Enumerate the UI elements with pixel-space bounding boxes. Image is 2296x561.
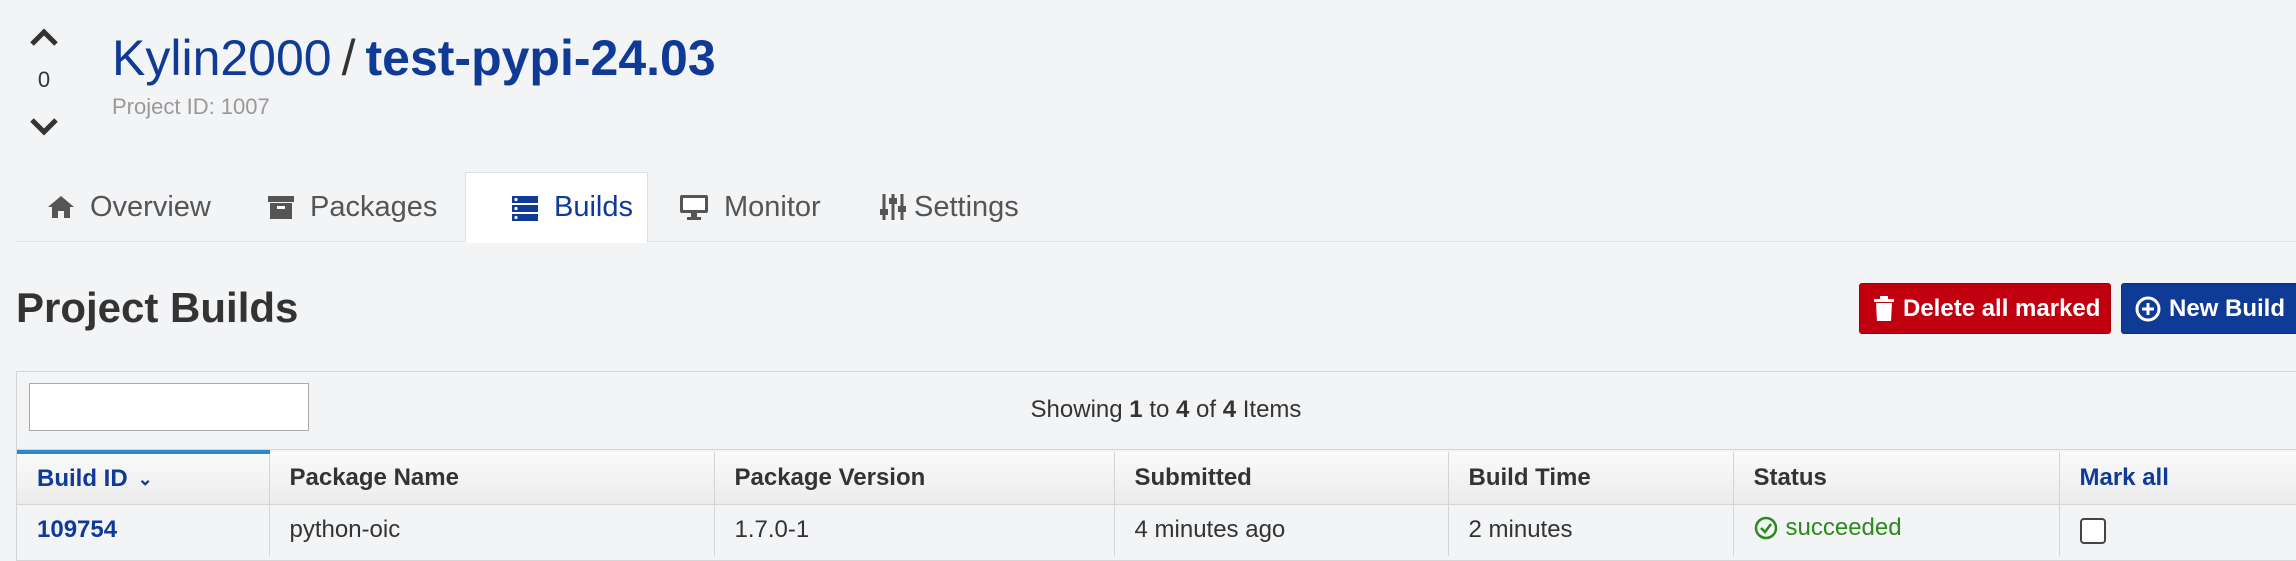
tab-builds-label: Builds [554, 191, 633, 223]
showing-suffix: Items [1242, 396, 1302, 423]
downvote-button[interactable] [22, 110, 66, 146]
chevron-up-icon [30, 28, 58, 46]
tab-packages[interactable]: Packages [266, 172, 437, 242]
project-id: Project ID: 1007 [112, 94, 270, 119]
cell-package-name: python-oic [269, 504, 715, 556]
showing-total: 4 [1222, 396, 1237, 423]
col-build-id[interactable]: Build ID ⌄ [17, 450, 270, 505]
section-title: Project Builds [16, 284, 299, 331]
col-build-id-label: Build ID [37, 464, 128, 492]
upvote-button[interactable] [22, 18, 66, 54]
trash-icon [1874, 295, 1894, 321]
tab-settings[interactable]: Settings [878, 172, 1019, 242]
delete-all-marked-button[interactable]: Delete all marked [1859, 283, 2111, 334]
builds-grid: Build ID ⌄ Package Name Package Version S… [17, 450, 2296, 556]
mark-all-link[interactable]: Mark all [2059, 452, 2296, 505]
showing-from: 1 [1129, 396, 1143, 423]
new-build-button[interactable]: New Build [2121, 283, 2296, 334]
showing-count: Showing 1 to 4 of 4 Items [17, 396, 2296, 424]
check-circle-icon [1754, 516, 1777, 539]
tab-settings-label: Settings [914, 190, 1019, 223]
showing-to: 4 [1176, 396, 1190, 423]
vote-widget: 0 [22, 18, 66, 146]
home-icon [48, 196, 74, 218]
tab-packages-label: Packages [310, 190, 438, 223]
col-package-version[interactable]: Package Version [714, 452, 1115, 505]
mark-checkbox[interactable] [2079, 517, 2106, 544]
cell-mark [2059, 504, 2296, 556]
page-title: Kylin2000/test-pypi-24.03 [112, 26, 716, 90]
archive-icon [268, 196, 294, 219]
project-link[interactable]: test-pypi-24.03 [366, 30, 716, 86]
showing-prefix: Showing [1030, 396, 1123, 423]
chevron-down-icon [30, 118, 58, 136]
cell-status: succeeded [1733, 504, 2060, 556]
col-status[interactable]: Status [1733, 452, 2060, 505]
showing-of-word: of [1196, 396, 1217, 423]
col-submitted[interactable]: Submitted [1114, 452, 1449, 505]
vote-count: 0 [37, 67, 51, 92]
delete-all-marked-label: Delete all marked [1903, 294, 2101, 322]
cell-submitted: 4 minutes ago [1114, 504, 1449, 556]
status-badge: succeeded [1754, 514, 1902, 542]
table-row: 109754 python-oic 1.7.0-1 4 minutes ago … [17, 504, 2296, 556]
build-id-link[interactable]: 109754 [37, 516, 117, 543]
builds-table: Showing 1 to 4 of 4 Items Build ID ⌄ Pack… [16, 371, 2296, 561]
cell-package-version: 1.7.0-1 [714, 504, 1115, 556]
table-header-row: Build ID ⌄ Package Name Package Version S… [17, 450, 2296, 505]
col-build-time[interactable]: Build Time [1448, 452, 1734, 505]
status-label: succeeded [1785, 513, 1902, 541]
cell-build-time: 2 minutes [1448, 504, 1734, 556]
tab-builds[interactable]: Builds [465, 172, 648, 243]
cell-build-id: 109754 [17, 504, 270, 556]
desktop-icon [680, 195, 708, 220]
plus-circle-icon [2135, 296, 2161, 321]
table-toolbar: Showing 1 to 4 of 4 Items [17, 372, 2296, 450]
col-package-name[interactable]: Package Name [269, 452, 715, 505]
showing-to-word: to [1149, 396, 1170, 423]
tab-overview[interactable]: Overview [46, 172, 211, 242]
owner-link[interactable]: Kylin2000 [112, 30, 332, 86]
tab-overview-label: Overview [90, 190, 211, 223]
sliders-icon [880, 194, 906, 220]
tab-monitor[interactable]: Monitor [678, 172, 821, 242]
server-icon [512, 195, 538, 221]
sort-caret-icon: ⌄ [137, 468, 153, 489]
title-separator: / [341, 30, 356, 86]
tab-monitor-label: Monitor [724, 190, 821, 223]
project-tabs: Overview Packages Builds Monitor Setting… [16, 172, 2296, 243]
new-build-label: New Build [2169, 294, 2286, 322]
